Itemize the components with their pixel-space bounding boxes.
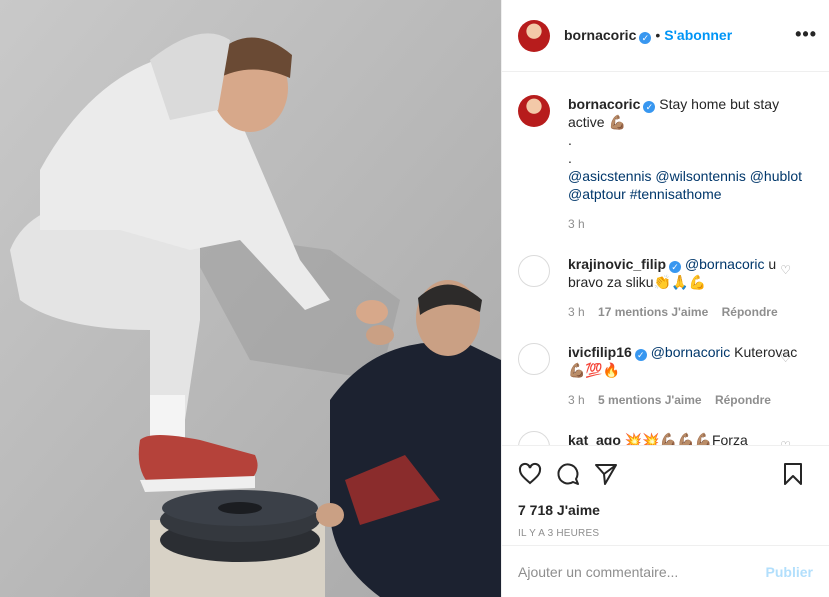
comments-scroll-area[interactable]: bornacoric ✓ Stay home but stay active 💪🏽… (502, 73, 829, 445)
post-header: bornacoric ✓ • S'abonner ••• (502, 0, 829, 72)
separator-dot: • (655, 27, 661, 43)
comment-item: kat_ago 💥💥💪🏽💪🏽💪🏽Forza ♡ (518, 409, 813, 445)
post-modal: bornacoric ✓ • S'abonner ••• bornacoric ✓ St… (0, 0, 829, 597)
comment-body: ivicfilip16 ✓ @bornacoric Kuterovac 💪🏽💯🔥 … (568, 343, 813, 409)
caption-time: 3 h (568, 217, 585, 231)
commenter-avatar[interactable] (518, 255, 550, 287)
comment-username[interactable]: kat_ago (568, 432, 621, 445)
comment-item: ivicfilip16 ✓ @bornacoric Kuterovac 💪🏽💯🔥 … (518, 321, 813, 409)
author-line: bornacoric ✓ • S'abonner (564, 27, 732, 44)
comment-text: 💥💥💪🏽💪🏽💪🏽Forza (620, 432, 748, 445)
action-icons (518, 446, 813, 502)
caption: bornacoric ✓ Stay home but stay active 💪🏽… (518, 73, 813, 233)
author-username[interactable]: bornacoric (564, 27, 636, 43)
caption-tags[interactable]: @asicstennis @wilsontennis @hublot @atpt… (568, 167, 813, 203)
caption-avatar[interactable] (518, 95, 550, 127)
comment-input[interactable] (518, 563, 766, 580)
comment-likes[interactable]: 5 mentions J'aime (598, 393, 702, 407)
verified-icon: ✓ (634, 349, 647, 361)
verified-icon: ✓ (643, 101, 656, 113)
post-actions: 7 718 J'aime IL Y A 3 HEURES (502, 445, 829, 545)
comment-username[interactable]: ivicfilip16 (568, 344, 632, 360)
comment-body: krajinovic_filip ✓ @bornacoric u bravo za… (568, 255, 813, 321)
comment-item: krajinovic_filip ✓ @bornacoric u bravo za… (518, 233, 813, 321)
more-icon[interactable]: ••• (795, 24, 817, 45)
comment-likes[interactable]: 17 mentions J'aime (598, 305, 708, 319)
likes-count[interactable]: 7 718 J'aime (518, 502, 813, 518)
comment-body: kat_ago 💥💥💪🏽💪🏽💪🏽Forza (568, 431, 813, 445)
comment-meta: 3 h 17 mentions J'aime Répondre (568, 303, 813, 321)
reply-button[interactable]: Répondre (715, 393, 771, 407)
follow-button[interactable]: S'abonner (664, 27, 732, 43)
comment-icon[interactable] (556, 462, 580, 486)
comment-username[interactable]: krajinovic_filip (568, 256, 666, 272)
caption-body: bornacoric ✓ Stay home but stay active 💪🏽… (568, 95, 813, 233)
post-timestamp: IL Y A 3 HEURES (518, 528, 600, 539)
comment-time: 3 h (568, 393, 585, 407)
comment-mention[interactable]: @bornacoric (685, 256, 765, 272)
share-icon[interactable] (594, 462, 618, 486)
post-photo-image (0, 0, 501, 597)
post-photo[interactable] (0, 0, 501, 597)
comment-like-heart-icon[interactable]: ♡ (780, 351, 791, 365)
reply-button[interactable]: Répondre (722, 305, 778, 319)
caption-dot: . (568, 132, 572, 148)
add-comment-bar: Publier (502, 545, 829, 597)
caption-username[interactable]: bornacoric (568, 96, 640, 112)
comment-meta: 3 h 5 mentions J'aime Répondre (568, 391, 813, 409)
comment-mention[interactable]: @bornacoric (651, 344, 731, 360)
heart-icon[interactable] (518, 462, 542, 486)
commenter-avatar[interactable] (518, 431, 550, 445)
caption-dot: . (568, 150, 572, 166)
publish-button[interactable]: Publier (766, 564, 813, 580)
comment-like-heart-icon[interactable]: ♡ (780, 263, 791, 277)
verified-icon: ✓ (669, 261, 682, 273)
commenter-avatar[interactable] (518, 343, 550, 375)
bookmark-icon[interactable] (781, 462, 805, 486)
comment-time: 3 h (568, 305, 585, 319)
author-avatar[interactable] (518, 19, 550, 52)
post-side-panel: bornacoric ✓ • S'abonner ••• bornacoric ✓ St… (501, 0, 829, 597)
verified-icon: ✓ (639, 32, 652, 44)
